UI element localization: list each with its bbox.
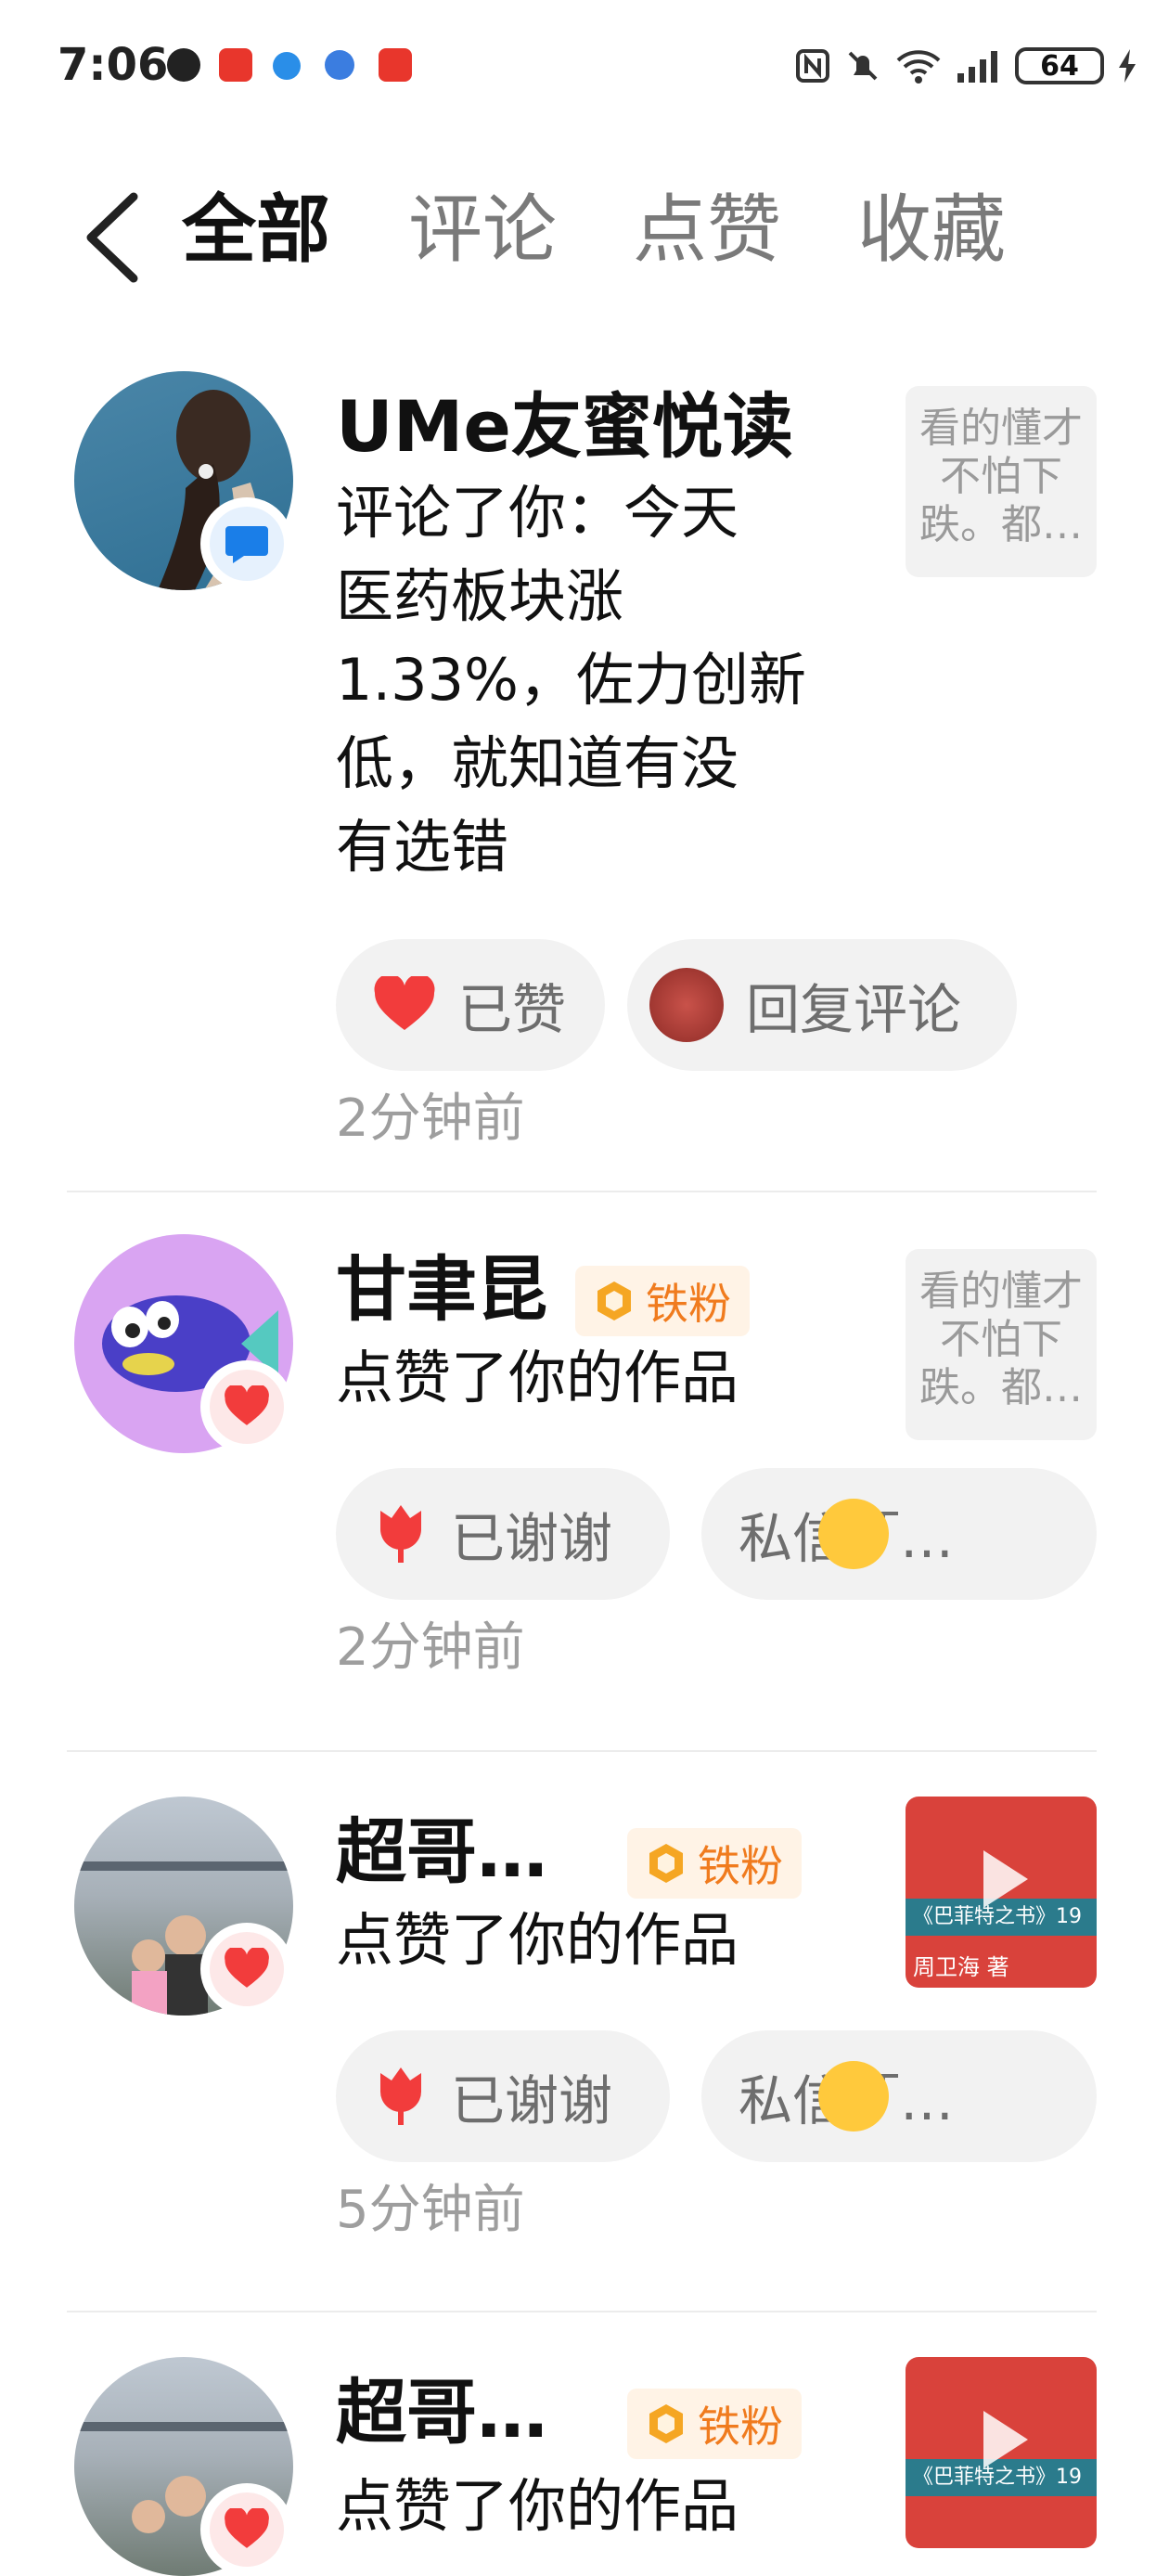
- like-badge: [200, 1923, 293, 2016]
- post-thumbnail[interactable]: 看的懂才不怕下跌。都…: [906, 386, 1097, 577]
- action-line: 有选错: [336, 813, 509, 881]
- action-text: 评论了你：今天 医药板块涨 1.33%，佐力创新 低，就知道有没 有选错: [336, 471, 865, 889]
- signal-icon: [957, 51, 997, 83]
- timestamp: 2分钟前: [336, 1617, 525, 1678]
- user-name[interactable]: 甘聿昆: [336, 1243, 547, 1336]
- video-thumbnail[interactable]: 《巴菲特之书》19: [906, 2357, 1097, 2548]
- app-notification-icon: [325, 50, 354, 80]
- tulip-icon: [380, 2067, 421, 2125]
- play-icon: [983, 1850, 1028, 1908]
- comment-badge: [200, 497, 293, 590]
- tab-bar: 全部 评论 点赞 收藏: [0, 167, 1169, 283]
- fan-label: 铁粉: [698, 1841, 783, 1891]
- charging-icon: [1119, 49, 1136, 83]
- comment-icon: [225, 526, 268, 563]
- fan-badge: 铁粉: [575, 1266, 750, 1336]
- divider: [67, 1750, 1097, 1752]
- emoji-icon: [818, 1499, 890, 1569]
- divider: [67, 1191, 1097, 1192]
- thanked-label: 已谢谢: [451, 2069, 613, 2132]
- action-line: 低，就知道有没: [336, 729, 739, 797]
- nfc-icon: [796, 49, 829, 83]
- app-notification-icon: [273, 52, 301, 80]
- action-text: 点赞了你的作品: [336, 1906, 739, 1974]
- status-time: 7:06: [58, 39, 169, 91]
- user-name[interactable]: UMe友蜜悦读: [336, 380, 793, 473]
- small-avatar: [649, 968, 724, 1042]
- hexagon-icon: [649, 2404, 683, 2443]
- tab-likes[interactable]: 点赞: [633, 184, 781, 277]
- action-line: 医药板块涨: [336, 562, 624, 630]
- user-name[interactable]: 超哥…: [336, 1806, 547, 1899]
- battery-indicator: 64: [1015, 47, 1104, 84]
- post-thumbnail[interactable]: 看的懂才不怕下跌。都…: [906, 1249, 1097, 1440]
- reply-comment-button[interactable]: 回复评论: [627, 939, 1017, 1071]
- heart-icon: [225, 2508, 269, 2548]
- timestamp: 2分钟前: [336, 1088, 525, 1149]
- back-arrow-icon[interactable]: [82, 182, 147, 293]
- private-message-button[interactable]: 私信「…: [701, 2030, 1097, 2162]
- hexagon-icon: [649, 1844, 683, 1883]
- play-icon: [983, 2411, 1028, 2468]
- app-notification-icon: [219, 48, 252, 82]
- fan-label: 铁粉: [646, 1279, 731, 1329]
- mute-bell-icon: [848, 51, 878, 81]
- wifi-icon: [896, 50, 941, 84]
- divider: [67, 2311, 1097, 2312]
- like-badge: [200, 2483, 293, 2576]
- heart-icon: [225, 1385, 269, 1425]
- action-line: 评论了你：今天: [336, 479, 739, 547]
- app-notification-icon: [379, 48, 412, 82]
- fan-badge: 铁粉: [627, 1828, 802, 1899]
- tulip-icon: [380, 1505, 421, 1563]
- thumb-caption: 周卫海 著: [913, 1954, 1009, 1980]
- thanked-button[interactable]: 已谢谢: [336, 2030, 670, 2162]
- liked-label: 已赞: [458, 978, 567, 1041]
- tab-comments[interactable]: 评论: [408, 184, 557, 277]
- fan-badge: 铁粉: [627, 2389, 802, 2459]
- thanked-label: 已谢谢: [451, 1507, 613, 1570]
- action-line: 1.33%，佐力创新: [336, 646, 806, 714]
- status-bar: 7:06 64: [0, 0, 1169, 130]
- app-notification-icon: [167, 48, 200, 82]
- tab-all[interactable]: 全部: [182, 184, 330, 277]
- user-name[interactable]: 超哥…: [336, 2366, 547, 2459]
- tab-favorites[interactable]: 收藏: [857, 184, 1006, 277]
- thanked-button[interactable]: 已谢谢: [336, 1468, 670, 1600]
- action-text: 点赞了你的作品: [336, 1344, 739, 1411]
- like-badge: [200, 1360, 293, 1453]
- private-message-button[interactable]: 私信「…: [701, 1468, 1097, 1600]
- action-text: 点赞了你的作品: [336, 2472, 739, 2540]
- heart-icon: [374, 976, 435, 1030]
- liked-button[interactable]: 已赞: [336, 939, 605, 1071]
- video-thumbnail[interactable]: 《巴菲特之书》19 周卫海 著: [906, 1797, 1097, 1988]
- hexagon-icon: [597, 1282, 631, 1320]
- heart-icon: [225, 1948, 269, 1988]
- fan-label: 铁粉: [698, 2402, 783, 2452]
- reply-label: 回复评论: [746, 978, 962, 1041]
- timestamp: 5分钟前: [336, 2180, 525, 2240]
- emoji-icon: [818, 2061, 890, 2132]
